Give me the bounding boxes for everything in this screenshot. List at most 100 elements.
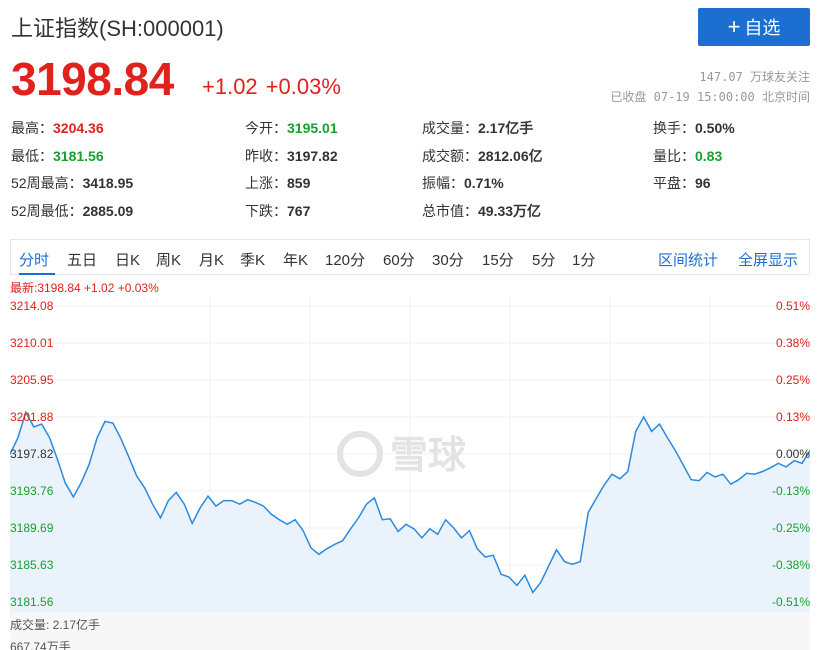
- stat-label: 52周最高：: [11, 175, 83, 191]
- stat-label: 上涨：: [245, 175, 287, 191]
- change-percent: +0.03%: [265, 74, 341, 99]
- stat-item: 振幅：0.71%: [422, 173, 504, 193]
- tab-period[interactable]: 60分: [383, 249, 415, 270]
- stat-value: 0.71%: [464, 175, 504, 191]
- add-to-watchlist-button[interactable]: + 自选: [698, 8, 810, 46]
- stat-item: 52周最低：2885.09: [11, 201, 133, 221]
- stat-value: 2.17亿手: [478, 120, 534, 136]
- y-axis-price-label: 3214.08: [10, 299, 54, 313]
- stat-value: 96: [695, 175, 711, 191]
- stat-label: 量比：: [653, 147, 695, 164]
- y-axis-price-label: 3193.76: [10, 484, 54, 498]
- fullscreen-link[interactable]: 全屏显示: [738, 249, 798, 270]
- volume-label: 成交量: 2.17亿手: [10, 618, 101, 632]
- range-stats-link[interactable]: 区间统计: [658, 249, 718, 270]
- stat-label: 今开：: [245, 120, 287, 136]
- stat-label: 平盘：: [653, 175, 695, 191]
- stat-value: 3204.36: [53, 120, 104, 136]
- volume-panel: [10, 612, 810, 650]
- stat-item: 成交量：2.17亿手: [422, 118, 533, 138]
- y-axis-percent-label: -0.13%: [771, 484, 810, 498]
- followers-count: 147.07 万球友关注: [699, 70, 810, 84]
- tab-period[interactable]: 120分: [325, 249, 365, 270]
- stat-label: 总市值：: [422, 202, 478, 219]
- stat-label: 下跌：: [245, 202, 287, 219]
- stat-label: 52周最低：: [11, 202, 83, 219]
- stats-row: 最低：3181.56 昨收：3197.82 成交额：2812.06亿 量比：0.83: [11, 146, 811, 174]
- intraday-chart[interactable]: 雪球: [10, 296, 810, 616]
- stat-value: 3197.82: [287, 147, 338, 164]
- latest-quote-line: 最新:3198.84 +1.02 +0.03%: [10, 281, 159, 295]
- stat-value: 859: [287, 175, 311, 191]
- y-axis-percent-label: 0.51%: [775, 299, 810, 313]
- stat-item: 上涨：859: [245, 173, 310, 193]
- y-axis-percent-label: -0.38%: [771, 558, 810, 572]
- stat-item: 52周最高：3418.95: [11, 173, 133, 193]
- stat-label: 成交额：: [422, 147, 478, 164]
- page-title: 上证指数(SH:000001): [11, 16, 224, 41]
- stat-item: 成交额：2812.06亿: [422, 146, 543, 166]
- tab-period[interactable]: 日K: [115, 249, 140, 270]
- market-status: 已收盘 07-19 15:00:00 北京时间: [610, 90, 810, 104]
- plus-icon: +: [727, 14, 741, 39]
- volume-max-label: 667.74万手: [10, 640, 71, 650]
- tab-period[interactable]: 年K: [283, 249, 308, 270]
- y-axis-price-label: 3185.63: [10, 558, 54, 572]
- watermark-text: 雪球: [390, 433, 467, 477]
- stat-item: 最高：3204.36: [11, 118, 104, 138]
- quote-meta: 147.07 万球友关注 已收盘 07-19 15:00:00 北京时间: [610, 67, 810, 107]
- stat-item: 昨收：3197.82: [245, 146, 338, 166]
- stat-value: 2812.06亿: [478, 147, 543, 164]
- tab-period[interactable]: 15分: [482, 249, 514, 270]
- chart-period-tabs: 分时 五日 日K 周K 月K 季K 年K 120分 60分 30分 15分 5分 1分 区间统计 全屏显示: [10, 239, 810, 275]
- stat-item: 最低：3181.56: [11, 146, 104, 166]
- tab-period[interactable]: 月K: [199, 249, 224, 270]
- tab-period[interactable]: 1分: [572, 249, 595, 270]
- stat-value: 2885.09: [82, 202, 134, 219]
- tab-period[interactable]: 30分: [432, 249, 464, 270]
- y-axis-percent-label: -0.51%: [771, 595, 810, 609]
- stat-value: 49.33万亿: [478, 202, 542, 219]
- stat-value: 0.50%: [695, 120, 735, 136]
- stat-item: 总市值：49.33万亿: [422, 201, 541, 221]
- y-axis-price-label: 3210.01: [10, 336, 54, 350]
- stat-item: 换手：0.50%: [653, 118, 735, 138]
- stat-label: 最高：: [11, 120, 53, 136]
- tab-period[interactable]: 季K: [240, 249, 265, 270]
- stat-item: 平盘：96: [653, 173, 711, 193]
- y-axis-percent-label: 0.00%: [775, 447, 810, 461]
- stat-value: 3181.56: [53, 147, 104, 164]
- stats-row: 52周最低：2885.09 下跌：767 总市值：49.33万亿: [11, 201, 811, 229]
- price-change: +1.02 +0.03%: [202, 74, 341, 100]
- stat-label: 振幅：: [422, 175, 464, 191]
- stat-value: 767: [287, 202, 311, 219]
- stats-panel: 最高：3204.36 今开：3195.01 成交量：2.17亿手 换手：0.50% 最低…: [11, 118, 811, 228]
- y-axis-percent-label: -0.25%: [771, 521, 810, 535]
- y-axis-price-label: 3201.88: [10, 410, 54, 424]
- y-axis-price-label: 3181.56: [10, 595, 54, 609]
- tab-period[interactable]: 5分: [532, 249, 555, 270]
- y-axis-percent-label: 0.25%: [775, 373, 810, 387]
- stat-item: 今开：3195.01: [245, 118, 338, 138]
- stats-row: 最高：3204.36 今开：3195.01 成交量：2.17亿手 换手：0.50%: [11, 118, 811, 146]
- stats-row: 52周最高：3418.95 上涨：859 振幅：0.71% 平盘：96: [11, 173, 811, 201]
- current-price: 3198.84: [11, 53, 174, 105]
- stat-label: 昨收：: [245, 147, 287, 164]
- stat-item: 下跌：767: [245, 201, 310, 221]
- stat-label: 成交量：: [422, 120, 478, 136]
- stat-item: 量比：0.83: [653, 146, 722, 166]
- stat-value: 0.83: [695, 147, 723, 164]
- tab-period[interactable]: 分时: [19, 249, 49, 270]
- y-axis-price-label: 3197.82: [10, 447, 54, 461]
- y-axis-price-label: 3189.69: [10, 521, 54, 535]
- y-axis-percent-label: 0.38%: [775, 336, 810, 350]
- y-axis-percent-label: 0.13%: [775, 410, 810, 424]
- stat-value: 3418.95: [82, 175, 134, 191]
- stat-label: 最低：: [11, 147, 53, 164]
- add-button-label: 自选: [744, 18, 781, 38]
- y-axis-price-label: 3205.95: [10, 373, 54, 387]
- active-tab-indicator: [19, 273, 55, 275]
- tab-period[interactable]: 周K: [156, 249, 181, 270]
- tab-period[interactable]: 五日: [67, 249, 97, 270]
- change-value: +1.02: [202, 74, 258, 99]
